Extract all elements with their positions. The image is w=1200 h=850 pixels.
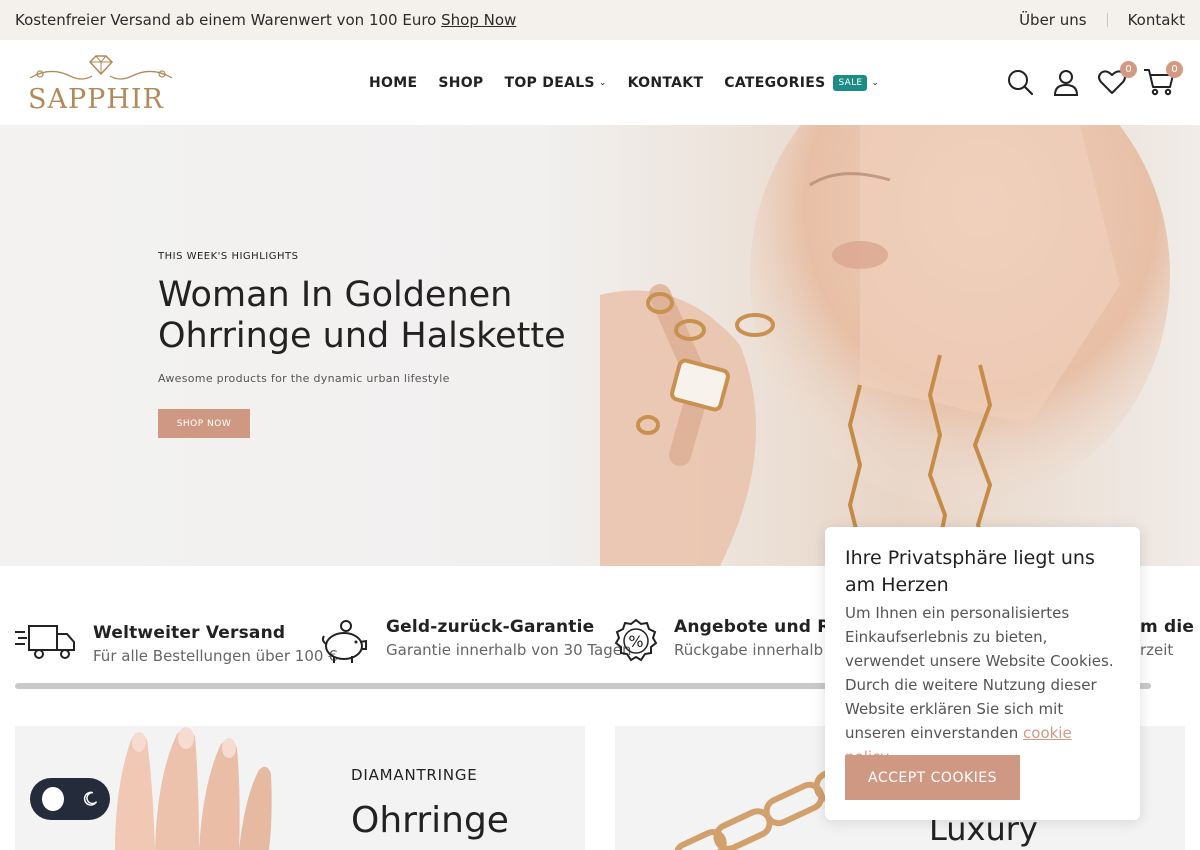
feature-desc: rzeit	[1140, 641, 1174, 659]
nav-top-deals[interactable]: TOP DEALS ⌄	[505, 75, 607, 91]
accept-cookies-button[interactable]: ACCEPT COOKIES	[845, 755, 1020, 800]
hero-model-image	[600, 125, 1170, 566]
topbar-links: Über uns Kontakt	[1019, 11, 1185, 29]
hand-nails-image	[115, 727, 272, 850]
cart-button[interactable]: 0	[1143, 61, 1183, 97]
feature-item: Geld-zurück-Garantie Garantie innerhalb …	[320, 616, 632, 666]
hero-banner: THIS WEEK'S HIGHLIGHTS Woman In Goldenen…	[0, 125, 1200, 566]
cart-count-badge: 0	[1166, 61, 1183, 78]
banner-title: Ohrringe	[351, 800, 509, 841]
nav-shop[interactable]: SHOP	[438, 75, 483, 91]
search-button[interactable]	[1005, 67, 1035, 97]
truck-icon	[15, 625, 75, 659]
feature-desc: Garantie innerhalb von 30 Tagen	[386, 641, 632, 659]
contact-link[interactable]: Kontakt	[1128, 11, 1185, 29]
wishlist-button[interactable]: 0	[1097, 61, 1137, 97]
banner-eyebrow: DIAMANTRINGE	[351, 766, 478, 784]
nav-home[interactable]: HOME	[369, 75, 417, 91]
promo-text: Kostenfreier Versand ab einem Warenwert …	[15, 11, 437, 29]
feature-title: Weltweiter Versand	[93, 623, 286, 643]
hero-title-line-1: Woman In Goldenen	[158, 275, 513, 315]
promo-shop-now-link[interactable]: Shop Now	[441, 11, 516, 29]
svg-text:%: %	[628, 632, 643, 651]
toggle-knob	[42, 787, 64, 811]
nav-categories-label: CATEGORIES	[724, 74, 826, 91]
logo-text: SAPPHIR	[28, 84, 164, 115]
main-nav: HOME SHOP TOP DEALS ⌄ KONTAKT CATEGORIES…	[369, 40, 879, 125]
dark-mode-toggle[interactable]	[30, 778, 110, 820]
nav-top-deals-label: TOP DEALS	[504, 74, 595, 91]
logo[interactable]: SAPPHIR	[20, 48, 182, 115]
topbar-divider	[1106, 13, 1108, 27]
search-icon	[1008, 70, 1034, 96]
feature-title: Geld-zurück-Garantie	[386, 617, 595, 637]
user-icon	[1053, 70, 1079, 96]
nav-categories[interactable]: CATEGORIES SALE ⌄	[724, 74, 880, 91]
feature-title: m die	[1140, 617, 1195, 637]
feature-item: m die rzeit	[1140, 617, 1194, 659]
nav-home-label: HOME	[369, 74, 418, 91]
piggy-bank-icon	[321, 620, 367, 663]
cookie-body: Um Ihnen ein personalisiertes Einkaufser…	[845, 604, 1114, 742]
account-button[interactable]	[1051, 67, 1081, 97]
cookie-consent-popup: Ihre Privatsphäre liegt uns am Herzen Um…	[825, 527, 1140, 820]
cookie-title: Ihre Privatsphäre liegt uns am Herzen	[845, 547, 1095, 596]
nav-shop-label: SHOP	[438, 74, 484, 91]
nav-kontakt[interactable]: KONTAKT	[628, 75, 704, 91]
cookie-text: Um Ihnen ein personalisiertes Einkaufser…	[845, 601, 1120, 769]
site-header: SAPPHIR HOME SHOP TOP DEALS ⌄ KONTAKT CA…	[0, 40, 1200, 125]
wishlist-count-badge: 0	[1120, 61, 1137, 78]
hero-title: Woman In Goldenen Ohrringe und Halskette	[158, 275, 578, 357]
about-link[interactable]: Über uns	[1019, 11, 1087, 29]
moon-icon	[83, 791, 97, 806]
hero-shop-now-button[interactable]: SHOP NOW	[158, 409, 250, 438]
diamond-ornament-icon	[29, 55, 173, 80]
feature-desc: Für alle Bestellungen über 100 €	[93, 647, 338, 665]
feature-item: Weltweiter Versand Für alle Bestellungen…	[15, 616, 338, 665]
sale-badge: SALE	[833, 74, 868, 91]
announcement-bar: Kostenfreier Versand ab einem Warenwert …	[0, 0, 1200, 40]
hero-subtitle: Awesome products for the dynamic urban l…	[158, 372, 450, 385]
chevron-down-icon: ⌄	[598, 77, 607, 88]
hero-eyebrow: THIS WEEK'S HIGHLIGHTS	[158, 251, 299, 262]
hero-title-line-2: Ohrringe und Halskette	[158, 316, 566, 356]
chevron-down-icon: ⌄	[871, 77, 880, 88]
percent-badge-icon: %	[614, 618, 658, 662]
header-actions: 0 0	[1005, 61, 1183, 97]
nav-kontakt-label: KONTAKT	[627, 74, 704, 91]
promo-message: Kostenfreier Versand ab einem Warenwert …	[15, 11, 516, 29]
